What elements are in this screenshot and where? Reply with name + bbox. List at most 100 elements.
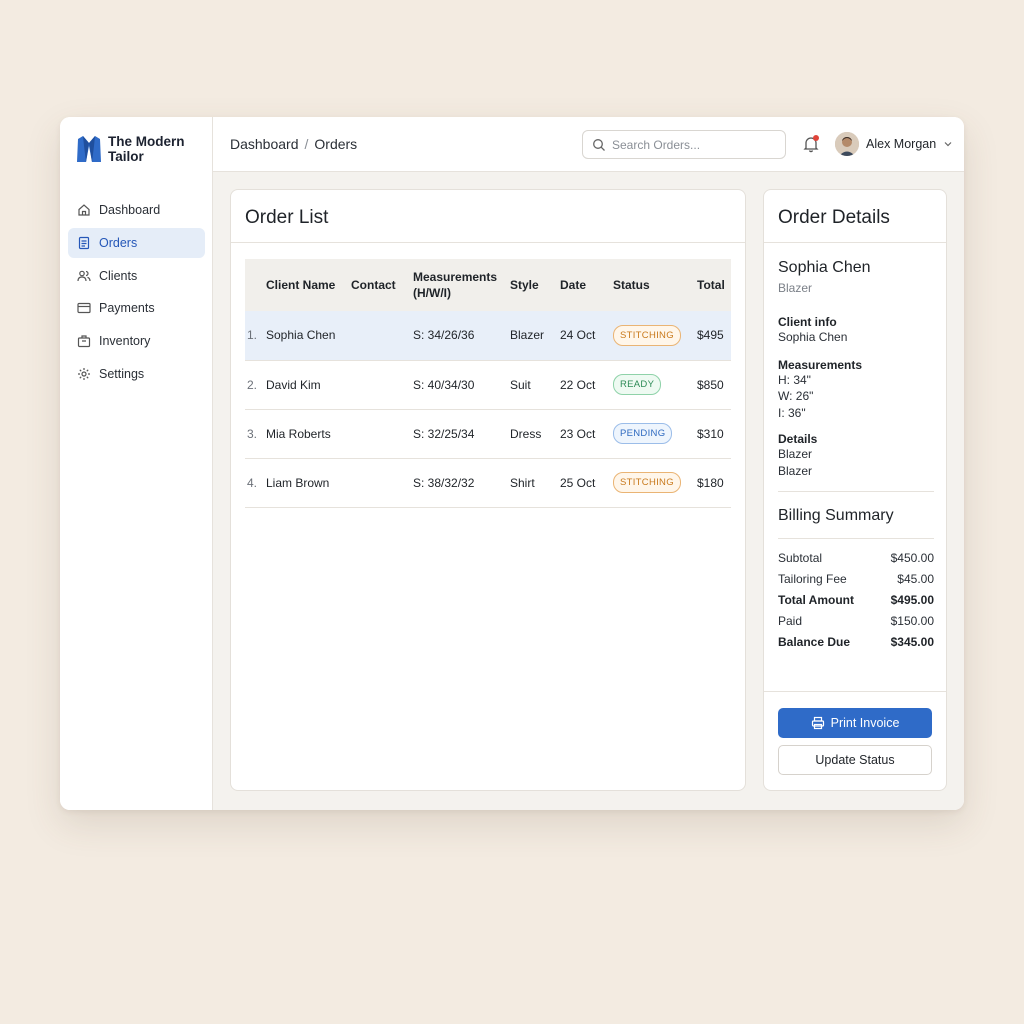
sidebar-item-label: Inventory bbox=[99, 334, 151, 349]
printer-icon bbox=[811, 716, 824, 730]
billing-summary-title: Billing Summary bbox=[778, 507, 894, 524]
sidebar-item-payments[interactable]: Payments bbox=[68, 293, 205, 323]
order-list-title: Order List bbox=[231, 190, 745, 243]
sidebar-item-label: Settings bbox=[99, 366, 145, 381]
billing-label: Tailoring Fee bbox=[778, 572, 847, 586]
measurement-h: H: 34" bbox=[778, 372, 811, 387]
brand-name: The Modern Tailor bbox=[108, 134, 185, 164]
table-row[interactable]: 3. Mia Roberts S: 32/25/34 Dress 23 Oct … bbox=[245, 409, 731, 458]
billing-label: Paid bbox=[778, 614, 803, 628]
total: $850 bbox=[697, 377, 724, 392]
row-number: 4. bbox=[247, 475, 258, 490]
sidebar-item-inventory[interactable]: Inventory bbox=[68, 326, 205, 356]
billing-row-paid: Paid $150.00 bbox=[778, 614, 934, 635]
date: 22 Oct bbox=[560, 377, 596, 392]
table-row[interactable]: 1. Sophia Chen S: 34/26/36 Blazer 24 Oct… bbox=[245, 311, 731, 360]
date: 24 Oct bbox=[560, 328, 596, 343]
details-label: Details bbox=[778, 432, 818, 446]
client-name: Sophia Chen bbox=[266, 328, 336, 343]
status-badge: STITCHING bbox=[613, 472, 681, 493]
client-name: David Kim bbox=[266, 377, 321, 392]
style: Suit bbox=[510, 377, 531, 392]
user-name: Alex Morgan bbox=[866, 137, 937, 151]
billing-label: Balance Due bbox=[778, 635, 851, 649]
status-badge: PENDING bbox=[613, 423, 673, 444]
breadcrumb: Dashboard / Orders bbox=[230, 136, 357, 152]
measurements: S: 32/25/34 bbox=[413, 426, 475, 441]
gear-icon bbox=[78, 367, 90, 380]
sidebar-item-label: Payments bbox=[99, 301, 155, 316]
orders-table: Client Name Contact Measurements (H/W/I)… bbox=[245, 259, 731, 508]
update-status-button[interactable]: Update Status bbox=[778, 745, 932, 775]
measurements-label: Measurements bbox=[778, 357, 863, 372]
billing-value: $150.00 bbox=[890, 614, 934, 628]
measurements: S: 34/26/36 bbox=[413, 328, 475, 343]
measurements: S: 38/32/32 bbox=[413, 475, 475, 490]
order-list-panel: Order List Client Name Contact Measureme… bbox=[230, 189, 746, 791]
sidebar-item-orders[interactable]: Orders bbox=[68, 227, 205, 258]
divider bbox=[778, 491, 934, 492]
measurement-i: I: 36" bbox=[778, 405, 806, 420]
column-header-measurements[interactable]: Measurements (H/W/I) bbox=[410, 259, 507, 311]
status-badge: STITCHING bbox=[613, 324, 681, 346]
sidebar-item-label: Dashboard bbox=[99, 203, 161, 217]
column-header-style[interactable]: Style bbox=[507, 259, 557, 311]
date: 23 Oct bbox=[560, 426, 596, 441]
row-number: 2. bbox=[247, 377, 258, 392]
style: Shirt bbox=[510, 475, 535, 490]
table-row[interactable]: 2. David Kim S: 40/34/30 Suit 22 Oct REA… bbox=[245, 360, 731, 409]
detail-style: Blazer bbox=[778, 281, 813, 295]
status-cell: PENDING bbox=[610, 409, 694, 458]
breadcrumb-separator: / bbox=[304, 136, 309, 152]
search-input[interactable] bbox=[612, 137, 772, 152]
table-row[interactable]: 4. Liam Brown S: 38/32/32 Shirt 25 Oct S… bbox=[245, 458, 731, 507]
billing-row-tailoring-fee: Tailoring Fee $45.00 bbox=[778, 572, 934, 593]
details-value: Blazer bbox=[778, 447, 813, 461]
sidebar-item-label: Orders bbox=[99, 235, 138, 250]
contact bbox=[348, 360, 410, 409]
search-icon bbox=[593, 138, 605, 151]
billing-value: $345.00 bbox=[890, 635, 934, 649]
sidebar-item-dashboard[interactable]: Dashboard bbox=[68, 195, 205, 225]
details-actions: Print Invoice Update Status bbox=[764, 691, 946, 775]
total: $180 bbox=[697, 475, 724, 490]
column-header-contact[interactable]: Contact bbox=[348, 259, 410, 311]
client-name: Mia Roberts bbox=[266, 426, 331, 441]
column-header-number bbox=[245, 259, 263, 311]
sidebar-nav: Dashboard Orders Clients Payments Invent… bbox=[68, 195, 205, 392]
sidebar-item-clients[interactable]: Clients bbox=[68, 261, 205, 291]
print-invoice-label: Print Invoice bbox=[830, 716, 900, 730]
column-header-client[interactable]: Client Name bbox=[263, 259, 348, 311]
measurement-w: W: 26" bbox=[778, 389, 814, 403]
brand[interactable]: The Modern Tailor bbox=[76, 134, 198, 164]
sidebar: The Modern Tailor Dashboard Orders Clien… bbox=[60, 117, 213, 810]
billing-rows: Subtotal $450.00 Tailoring Fee $45.00 To… bbox=[778, 538, 934, 656]
document-icon bbox=[78, 236, 90, 249]
user-menu[interactable]: Alex Morgan bbox=[835, 132, 953, 156]
column-header-date[interactable]: Date bbox=[557, 259, 610, 311]
column-header-status[interactable]: Status bbox=[610, 259, 694, 311]
style: Dress bbox=[510, 426, 542, 441]
measurements: S: 40/34/30 bbox=[413, 377, 475, 392]
app-window: The Modern Tailor Dashboard Orders Clien… bbox=[60, 117, 964, 810]
suit-jacket-icon bbox=[77, 136, 101, 162]
users-icon bbox=[77, 270, 91, 281]
avatar bbox=[835, 132, 859, 156]
billing-value: $450.00 bbox=[890, 551, 934, 565]
search-box[interactable] bbox=[582, 130, 786, 159]
print-invoice-button[interactable]: Print Invoice bbox=[778, 708, 932, 738]
status-cell: STITCHING bbox=[610, 311, 694, 360]
details-value: Blazer bbox=[778, 463, 813, 478]
breadcrumb-dashboard[interactable]: Dashboard bbox=[230, 136, 299, 152]
box-icon bbox=[77, 335, 91, 348]
main-content: Order List Client Name Contact Measureme… bbox=[213, 172, 964, 810]
order-details-panel: Order Details Sophia Chen Blazer Client … bbox=[763, 189, 947, 791]
total: $310 bbox=[697, 426, 724, 441]
billing-value: $495.00 bbox=[890, 593, 934, 607]
billing-row-total-amount: Total Amount $495.00 bbox=[778, 593, 934, 614]
column-header-total[interactable]: Total bbox=[694, 259, 731, 311]
client-info-label: Client info bbox=[778, 315, 837, 329]
sidebar-item-settings[interactable]: Settings bbox=[68, 359, 205, 389]
home-icon bbox=[78, 204, 90, 216]
notifications-button[interactable] bbox=[802, 135, 820, 153]
